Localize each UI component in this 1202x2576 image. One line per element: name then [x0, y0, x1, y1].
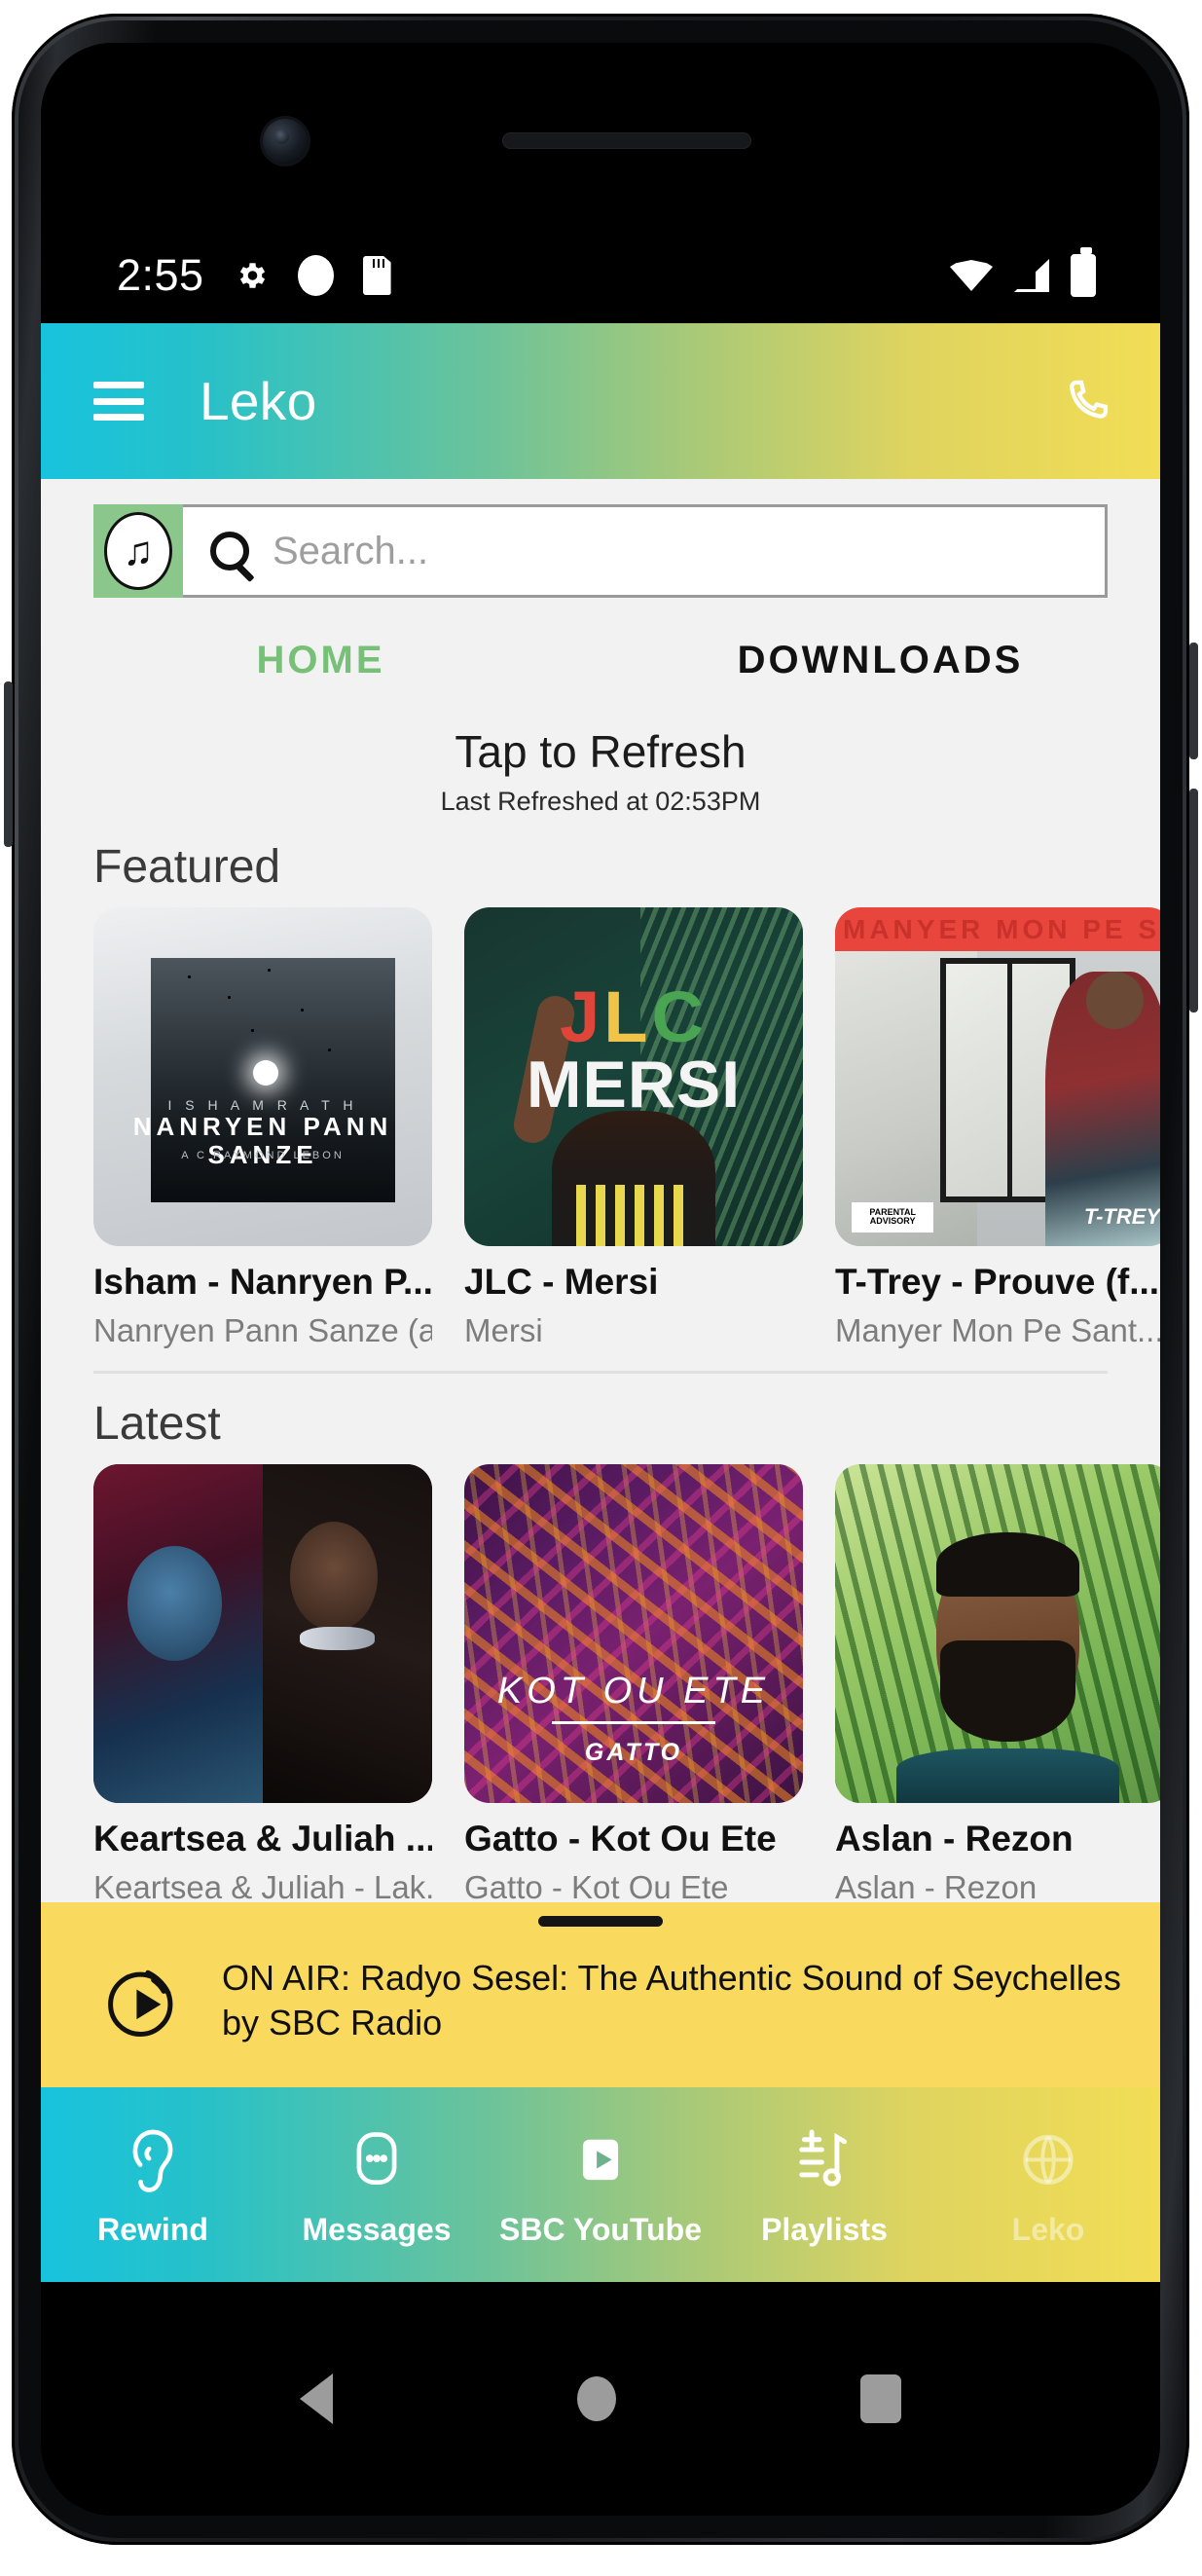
front-camera-icon [263, 119, 308, 164]
on-air-text: ON AIR: Radyo Sesel: The Authentic Sound… [222, 1956, 1121, 2045]
album-art-artist: I S H A M R A T H [167, 1096, 358, 1113]
extra-side-button[interactable] [1189, 789, 1198, 1012]
tab-downloads[interactable]: DOWNLOADS [601, 639, 1160, 682]
album-art-title: KOT OU ETE [496, 1671, 771, 1712]
status-bar-right [950, 247, 1096, 297]
status-bar: 2:55 [41, 228, 1160, 323]
featured-row[interactable]: I S H A M R A T H NANRYEN PANN SANZE A C… [41, 907, 1160, 1349]
card-item[interactable]: Keartsea & Juliah ... Keartsea & Juliah … [93, 1464, 432, 1906]
album-art-credit: A C RAYMOND LEBON [181, 1149, 345, 1161]
card-item[interactable]: KOT OU ETE GATTO Gatto - Kot Ou Ete Gatt… [464, 1464, 803, 1906]
album-art-word: MERSI [526, 1047, 742, 1122]
recents-button[interactable] [860, 2374, 902, 2423]
signal-icon [1014, 259, 1049, 292]
phone-screen: 2:55 Leko ♫ Search... HOME DOWNLOADS Tap… [41, 43, 1160, 2516]
search-field-container[interactable]: Search... [183, 504, 1108, 598]
album-art[interactable]: I S H A M R A T H NANRYEN PANN SANZE A C… [93, 907, 432, 1246]
nav-label: Rewind [97, 2211, 208, 2247]
card-subtitle: Manyer Mon Pe Sant... [835, 1312, 1160, 1348]
section-divider [93, 1371, 1108, 1374]
nav-item-messages[interactable]: Messages [265, 2122, 489, 2248]
app-bar: Leko [41, 323, 1160, 479]
on-air-line-1: ON AIR: Radyo Sesel: The Authentic Sound… [222, 1957, 1121, 1998]
wifi-icon [950, 260, 993, 291]
card-title: T-Trey - Prouve (f... [835, 1262, 1160, 1302]
status-time: 2:55 [117, 250, 204, 300]
refresh-title[interactable]: Tap to Refresh [41, 725, 1160, 778]
search-bar[interactable]: ♫ Search... [93, 504, 1108, 598]
broadcast-play-icon[interactable] [101, 1956, 191, 2045]
card-item[interactable]: JLC MERSI JLC - Mersi Mersi [464, 907, 803, 1349]
music-note-icon: ♫ [104, 512, 172, 590]
on-air-banner[interactable]: ON AIR: Radyo Sesel: The Authentic Sound… [41, 1902, 1160, 2087]
nav-label: SBC YouTube [499, 2211, 702, 2247]
album-art-banner: MANYER MON PE S [835, 907, 1160, 952]
phone-call-icon[interactable] [1061, 372, 1113, 430]
card-title: Aslan - Rezon [835, 1819, 1074, 1858]
parental-advisory-icon: PARENTAL ADVISORY [852, 1201, 933, 1233]
latest-row[interactable]: Keartsea & Juliah ... Keartsea & Juliah … [41, 1464, 1160, 1906]
album-art[interactable]: MANYER MON PE S PARENTAL ADVISORY T-TREY [835, 907, 1160, 1246]
on-air-line-2: by SBC Radio [222, 2003, 443, 2042]
playlist-add-icon [794, 2122, 855, 2198]
search-input[interactable]: Search... [273, 530, 428, 573]
card-title: Keartsea & Juliah ... [93, 1819, 432, 1858]
battery-icon [1071, 247, 1096, 297]
album-art[interactable] [835, 1464, 1160, 1803]
gear-icon [239, 263, 265, 288]
album-art[interactable] [93, 1464, 432, 1803]
android-navigation-bar [41, 2282, 1160, 2516]
home-button[interactable] [576, 2376, 616, 2421]
nav-label: Leko [1011, 2211, 1085, 2247]
bottom-navigation: Rewind Messages SBC YouTube Playlists Le… [41, 2087, 1160, 2282]
drag-handle[interactable] [538, 1916, 663, 1927]
app-content: Leko ♫ Search... HOME DOWNLOADS Tap to R… [41, 323, 1160, 2282]
album-art[interactable]: KOT OU ETE GATTO [464, 1464, 803, 1803]
card-title: Gatto - Kot Ou Ete [464, 1819, 777, 1858]
play-button-icon [570, 2122, 631, 2198]
page-title: Leko [200, 371, 317, 431]
card-item[interactable]: I S H A M R A T H NANRYEN PANN SANZE A C… [93, 907, 432, 1349]
card-subtitle: Gatto - Kot Ou Ete [464, 1869, 729, 1905]
card-subtitle: Aslan - Rezon [835, 1869, 1038, 1905]
album-art-tag: T-TREY [1083, 1203, 1160, 1229]
leko-globe-icon [1018, 2122, 1078, 2198]
tab-bar: HOME DOWNLOADS [41, 639, 1160, 682]
nav-item-sbc-youtube[interactable]: SBC YouTube [489, 2122, 712, 2248]
tab-home[interactable]: HOME [41, 639, 601, 682]
album-art[interactable]: JLC MERSI [464, 907, 803, 1246]
section-title-featured: Featured [93, 841, 281, 893]
music-note-button[interactable]: ♫ [93, 504, 183, 598]
nav-item-leko[interactable]: Leko [936, 2122, 1160, 2248]
notch-area [41, 43, 1160, 228]
power-button[interactable] [1189, 643, 1198, 759]
search-icon [210, 532, 249, 570]
refresh-control[interactable]: Tap to Refresh Last Refreshed at 02:53PM [41, 725, 1160, 817]
earpiece-speaker [502, 132, 751, 149]
card-subtitle: Nanryen Pann Sanze (a... [93, 1312, 432, 1348]
nav-label: Messages [302, 2211, 452, 2247]
ear-icon [123, 2122, 183, 2198]
refresh-subtitle: Last Refreshed at 02:53PM [440, 787, 761, 816]
card-title: JLC - Mersi [464, 1262, 659, 1302]
status-bar-left: 2:55 [117, 250, 391, 301]
nav-label: Playlists [761, 2211, 888, 2247]
message-bubble-icon [346, 2122, 407, 2198]
sd-card-icon [362, 256, 391, 295]
nav-item-rewind[interactable]: Rewind [41, 2122, 265, 2248]
card-subtitle: Mersi [464, 1312, 543, 1348]
circle-icon [297, 255, 334, 296]
back-button[interactable] [299, 2374, 333, 2424]
card-title: Isham - Nanryen P... [93, 1262, 432, 1302]
nav-item-playlists[interactable]: Playlists [712, 2122, 936, 2248]
album-art-artist: GATTO [584, 1738, 683, 1766]
card-item[interactable]: Aslan - Rezon Aslan - Rezon [835, 1464, 1160, 1906]
screenshot-root: 2:55 Leko ♫ Search... HOME DOWNLOADS Tap… [0, 0, 1202, 2576]
section-title-latest: Latest [93, 1398, 221, 1450]
hamburger-menu-icon[interactable] [93, 382, 144, 421]
card-subtitle: Keartsea & Juliah - Lak... [93, 1869, 432, 1905]
card-item[interactable]: MANYER MON PE S PARENTAL ADVISORY T-TREY… [835, 907, 1160, 1349]
volume-button[interactable] [4, 681, 13, 847]
